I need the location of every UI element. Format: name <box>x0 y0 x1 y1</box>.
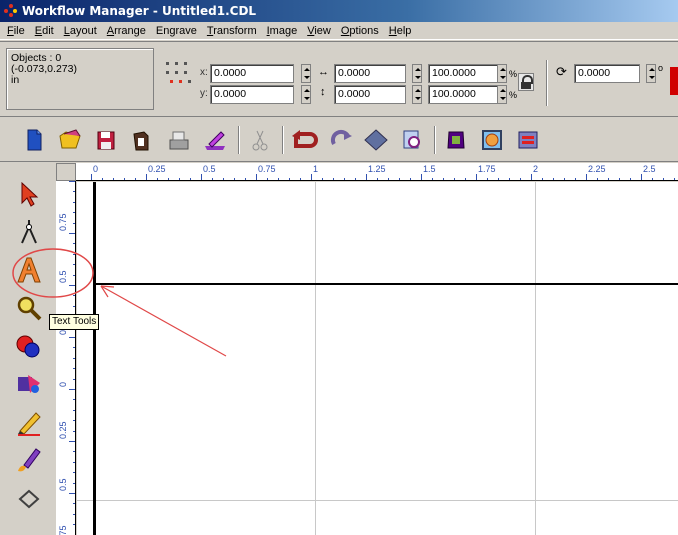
toolbox <box>0 163 52 535</box>
lock-ratio-icon[interactable] <box>518 73 534 91</box>
y-position-field[interactable]: 0.0000 <box>210 85 294 104</box>
redo-icon[interactable] <box>326 126 354 154</box>
diamond-icon[interactable] <box>362 126 390 154</box>
menu-image[interactable]: Image <box>262 25 303 37</box>
scale-height-field[interactable]: 100.0000 <box>428 85 498 104</box>
ruler-corner[interactable] <box>56 163 76 181</box>
text-tool-icon[interactable] <box>14 255 44 285</box>
width-arrow-icon: ↔ <box>318 66 329 78</box>
y-label: y: <box>200 88 208 99</box>
fill-tool-icon[interactable] <box>14 331 44 361</box>
window-title: Workflow Manager - Untitled1.CDL <box>22 4 257 18</box>
ruler-label: 0.75 <box>258 164 276 174</box>
select-tool-icon[interactable] <box>14 179 44 209</box>
menu-bar: File Edit Layout Arrange Engrave Transform Ima… <box>0 22 678 40</box>
separator <box>238 126 240 154</box>
ruler-label: 1.5 <box>423 164 436 174</box>
ruler-label: 0.5 <box>203 164 216 174</box>
cut-icon[interactable] <box>246 126 274 154</box>
ruler-label: 1.75 <box>478 164 496 174</box>
scale-width-spinner[interactable] <box>497 64 507 83</box>
engrave-icon[interactable] <box>201 126 229 154</box>
ruler-label: 0.75 <box>58 525 68 535</box>
vertical-ruler: 0.750.50.2500.250.50.75 <box>56 181 76 535</box>
horizontal-ruler: 0 0.25 0.5 0.75 1 1.25 1.5 1.75 2 2.25 2.5 <box>76 163 678 181</box>
x-position-field[interactable]: 0.0000 <box>210 64 294 83</box>
color-icon[interactable] <box>478 126 506 154</box>
ruler-label: 0 <box>58 381 68 387</box>
save-icon[interactable] <box>92 126 120 154</box>
rotate-icon: ⟳ <box>556 64 567 79</box>
scale-width-percent: % <box>509 69 518 79</box>
ruler-label: 0.25 <box>148 164 166 174</box>
ruler-label: 2.5 <box>643 164 656 174</box>
page-border-vertical <box>93 182 96 535</box>
print-icon[interactable] <box>165 126 193 154</box>
ruler-label: 0 <box>93 164 99 174</box>
menu-edit[interactable]: Edit <box>30 25 59 37</box>
undo-icon[interactable] <box>290 126 318 154</box>
ruler-label: 0.75 <box>58 213 68 231</box>
ruler-label: 0.5 <box>58 270 68 283</box>
object-info-panel: Objects : 0 (-0.073,0.273) in <box>6 48 154 110</box>
shape-tool-icon[interactable] <box>14 217 44 247</box>
menu-arrange[interactable]: Arrange <box>102 25 151 37</box>
ruler-label: 2.25 <box>588 164 606 174</box>
menu-layout[interactable]: Layout <box>59 25 102 37</box>
separator <box>434 126 436 154</box>
tooltip: Text Tools <box>49 314 100 330</box>
cursor-coordinates: (-0.073,0.273) <box>11 63 77 75</box>
y-spinner[interactable] <box>301 85 311 104</box>
x-label: x: <box>200 67 208 78</box>
fill-icon[interactable] <box>514 126 542 154</box>
main-toolbar <box>0 118 678 162</box>
separator <box>546 60 548 106</box>
scale-height-spinner[interactable] <box>497 85 507 104</box>
width-spinner[interactable] <box>412 64 422 83</box>
height-arrow-icon: ↕ <box>320 86 326 98</box>
clipped-red-button[interactable] <box>670 67 678 95</box>
grid-line <box>77 500 678 501</box>
menu-view[interactable]: View <box>302 25 336 37</box>
degree-symbol: o <box>658 63 664 73</box>
ruler-label: 1.25 <box>368 164 386 174</box>
width-field[interactable]: 0.0000 <box>334 64 406 83</box>
ruler-label: 1 <box>313 164 319 174</box>
ruler-label: 0.25 <box>58 421 68 439</box>
zoom-tool-icon[interactable] <box>14 293 44 323</box>
title-bar: Workflow Manager - Untitled1.CDL <box>0 0 678 22</box>
height-field[interactable]: 0.0000 <box>334 85 406 104</box>
grid-line <box>535 182 536 535</box>
grab-icon[interactable] <box>442 126 470 154</box>
new-icon[interactable] <box>20 126 48 154</box>
app-icon <box>4 4 18 18</box>
scale-width-field[interactable]: 100.0000 <box>428 64 498 83</box>
page-border-horizontal <box>93 283 678 285</box>
ruler-label: 0.5 <box>58 478 68 491</box>
pencil-tool-icon[interactable] <box>14 407 44 437</box>
units-label: in <box>11 74 20 86</box>
grid-line <box>315 182 316 535</box>
menu-engrave[interactable]: Engrave <box>151 25 202 37</box>
separator <box>282 126 284 154</box>
anchor-point-grid[interactable] <box>166 62 194 90</box>
menu-file[interactable]: File <box>2 25 30 37</box>
menu-help[interactable]: Help <box>384 25 417 37</box>
rotation-spinner[interactable] <box>646 64 656 83</box>
open-icon[interactable] <box>56 126 84 154</box>
import-icon[interactable] <box>128 126 156 154</box>
scale-height-percent: % <box>509 90 518 100</box>
zoom-page-icon[interactable] <box>398 126 426 154</box>
more-tools-icon[interactable] <box>14 485 44 515</box>
drawing-canvas[interactable] <box>77 182 678 535</box>
menu-transform[interactable]: Transform <box>202 25 262 37</box>
x-spinner[interactable] <box>301 64 311 83</box>
shapes-tool-icon[interactable] <box>14 369 44 399</box>
property-bar: Objects : 0 (-0.073,0.273) in x: 0.0000 … <box>0 41 678 117</box>
rotation-field[interactable]: 0.0000 <box>574 64 640 83</box>
ruler-label: 2 <box>533 164 539 174</box>
height-spinner[interactable] <box>412 85 422 104</box>
brush-tool-icon[interactable] <box>14 445 44 475</box>
menu-options[interactable]: Options <box>336 25 384 37</box>
